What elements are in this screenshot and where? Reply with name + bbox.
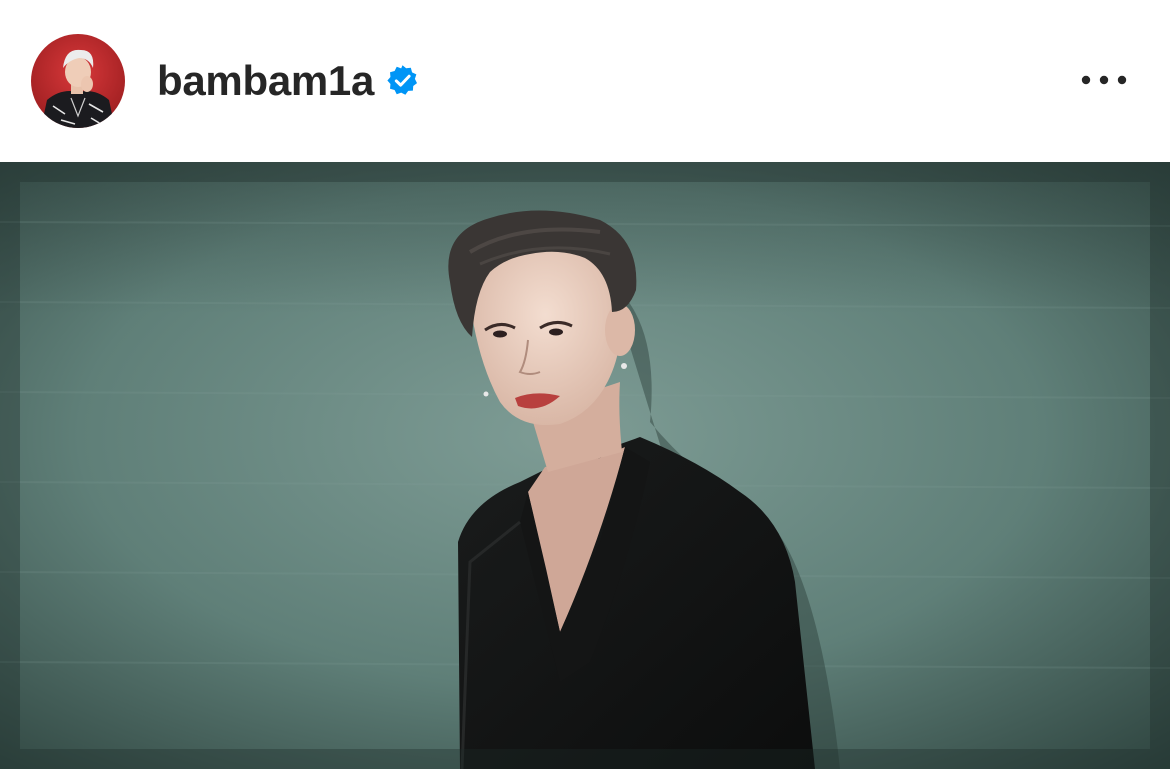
post-header: bambam1a [0,0,1170,162]
instagram-post: bambam1a [0,0,1170,769]
post-photo[interactable] [0,162,1170,769]
profile-avatar[interactable] [31,34,125,128]
verified-badge-icon [386,64,419,97]
post-image [0,162,1170,769]
more-options-button[interactable] [1076,60,1132,100]
more-options-icon [1081,75,1127,85]
avatar-image [31,34,125,128]
username-link[interactable]: bambam1a [157,56,374,106]
